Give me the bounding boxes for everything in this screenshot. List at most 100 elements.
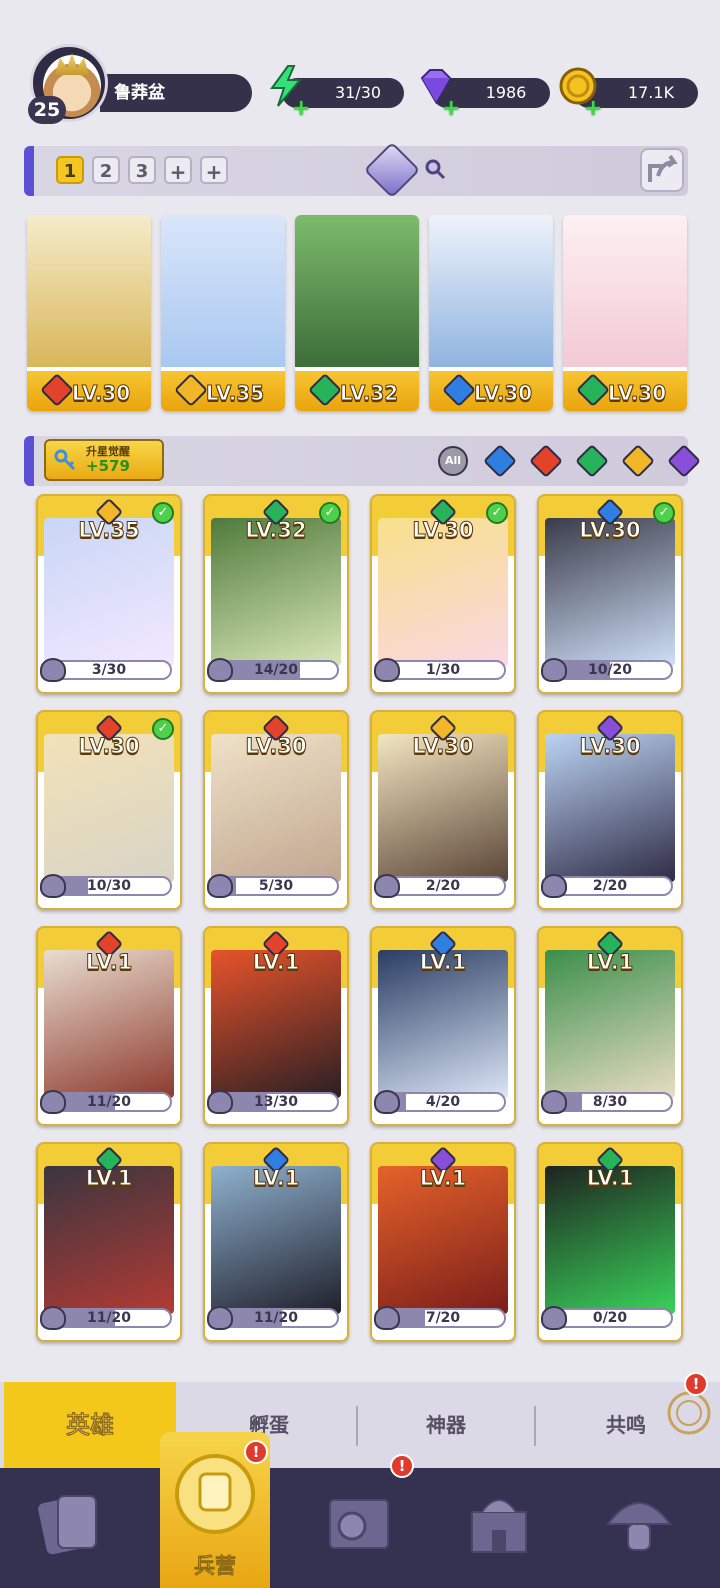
filter-dark-icon[interactable] [667, 444, 701, 478]
gold-plus-icon[interactable]: + [584, 94, 602, 124]
filter-nature-icon[interactable] [575, 444, 609, 478]
team-hero-card[interactable]: LV.30 [27, 215, 151, 411]
shard-icon [541, 874, 567, 898]
hero-card[interactable]: ✓ LV.30 1/30 [370, 494, 516, 694]
gem-value: 1986 [485, 83, 527, 102]
gem-counter[interactable]: + 1986 [420, 69, 550, 121]
shard-icon [40, 874, 66, 898]
hero-card[interactable]: LV.1 11/20 [36, 926, 182, 1126]
hero-card[interactable]: ✓ LV.30 10/20 [537, 494, 683, 694]
shard-count: 10/30 [86, 878, 132, 894]
hero-card[interactable]: LV.1 13/30 [203, 926, 349, 1126]
team-slot-2[interactable]: 2 [92, 156, 120, 184]
hero-card[interactable]: LV.1 11/20 [203, 1142, 349, 1342]
shard-icon [374, 1090, 400, 1114]
search-icon[interactable] [424, 158, 446, 180]
shard-count: 3/30 [91, 662, 127, 678]
shard-count: 7/20 [425, 1310, 461, 1326]
filter-all-button[interactable]: All [438, 446, 468, 476]
awaken-value: +579 [86, 457, 130, 475]
hero-level: LV.35 [78, 518, 140, 543]
map-icon[interactable] [318, 1482, 400, 1564]
hero-level: LV.30 [579, 518, 641, 543]
share-button[interactable] [640, 148, 684, 192]
shard-count: 2/20 [592, 878, 628, 894]
hero-level: LV.35 [205, 381, 265, 406]
barracks-label: 兵营 [194, 1554, 237, 1579]
team-hero-card[interactable]: LV.32 [295, 215, 419, 411]
hero-portrait [429, 215, 553, 367]
hero-card[interactable]: LV.1 7/20 [370, 1142, 516, 1342]
team-hero-card[interactable]: LV.30 [429, 215, 553, 411]
team-slot-1[interactable]: 1 [56, 156, 84, 184]
shard-icon [207, 1306, 233, 1330]
add-team-slot-button-2[interactable]: + [200, 156, 228, 184]
hero-level: LV.30 [78, 734, 140, 759]
hero-card[interactable]: LV.1 0/20 [537, 1142, 683, 1342]
energy-plus-icon[interactable]: + [292, 94, 310, 124]
key-icon [54, 449, 76, 471]
tab-heroes[interactable]: 英雄 [4, 1382, 176, 1468]
tab-artifacts[interactable]: 神器 [358, 1382, 534, 1468]
team-slot-3[interactable]: 3 [128, 156, 156, 184]
hero-card[interactable]: LV.30 2/20 [537, 710, 683, 910]
shard-icon [40, 1090, 66, 1114]
hero-card[interactable]: LV.1 8/30 [537, 926, 683, 1126]
gold-value: 17.1K [627, 83, 675, 102]
team-lineup: LV.30 LV.35 LV.32 LV.30 LV.30 [27, 215, 691, 415]
cards-icon[interactable] [28, 1482, 110, 1564]
hero-level: LV.30 [579, 734, 641, 759]
filter-light-icon[interactable] [621, 444, 655, 478]
hero-level: LV.30 [245, 734, 307, 759]
hero-level: LV.1 [85, 1166, 133, 1191]
hero-card[interactable]: ✓ LV.30 10/30 [36, 710, 182, 910]
team-crystal-icon[interactable] [363, 141, 421, 199]
team-selector-bar: 1 2 3 + + [24, 141, 688, 199]
team-hero-card[interactable]: LV.30 [563, 215, 687, 411]
shard-icon [40, 658, 66, 682]
shard-count: 14/20 [253, 662, 299, 678]
shard-count: 1/30 [425, 662, 461, 678]
hero-portrait [27, 215, 151, 367]
filter-fire-icon[interactable] [529, 444, 563, 478]
hero-level: LV.30 [412, 734, 474, 759]
filter-water-icon[interactable] [483, 444, 517, 478]
player-level-badge: 25 [28, 96, 66, 124]
gold-counter[interactable]: + 17.1K [559, 67, 698, 121]
shard-count: 4/20 [425, 1094, 461, 1110]
shard-count: 2/20 [425, 878, 461, 894]
player-name: 鲁莽盆 [100, 74, 252, 112]
shard-count: 5/30 [258, 878, 294, 894]
hero-level: LV.32 [245, 518, 307, 543]
resonance-orb-icon[interactable] [664, 1388, 714, 1438]
hero-card[interactable]: ✓ LV.35 3/30 [36, 494, 182, 694]
shard-icon [541, 1306, 567, 1330]
shard-count: 0/20 [592, 1310, 628, 1326]
shard-icon [374, 658, 400, 682]
mushroom-icon[interactable] [598, 1482, 680, 1564]
hero-level: LV.32 [339, 381, 399, 406]
hero-level: LV.1 [252, 950, 300, 975]
awaken-button[interactable]: 升星觉醒 +579 [44, 439, 164, 481]
shard-icon [374, 874, 400, 898]
castle-icon[interactable] [458, 1482, 540, 1564]
energy-counter[interactable]: + 31/30 [270, 65, 404, 121]
shard-icon [207, 658, 233, 682]
add-team-slot-button[interactable]: + [164, 156, 192, 184]
shard-count: 8/30 [592, 1094, 628, 1110]
hero-card[interactable]: LV.30 5/30 [203, 710, 349, 910]
hero-card[interactable]: LV.30 2/20 [370, 710, 516, 910]
hero-level: LV.30 [473, 381, 533, 406]
team-hero-card[interactable]: LV.35 [161, 215, 285, 411]
nav-barracks-tab[interactable]: 兵营 ! [160, 1432, 270, 1588]
hero-card[interactable]: LV.1 11/20 [36, 1142, 182, 1342]
share-icon [648, 154, 678, 182]
hero-card[interactable]: LV.1 4/20 [370, 926, 516, 1126]
shard-count: 11/20 [253, 1310, 299, 1326]
gem-plus-icon[interactable]: + [442, 94, 460, 124]
shard-count: 11/20 [86, 1310, 132, 1326]
hero-level: LV.1 [252, 1166, 300, 1191]
hero-card[interactable]: ✓ LV.32 14/20 [203, 494, 349, 694]
shard-icon [40, 1306, 66, 1330]
alert-badge: ! [390, 1454, 414, 1478]
